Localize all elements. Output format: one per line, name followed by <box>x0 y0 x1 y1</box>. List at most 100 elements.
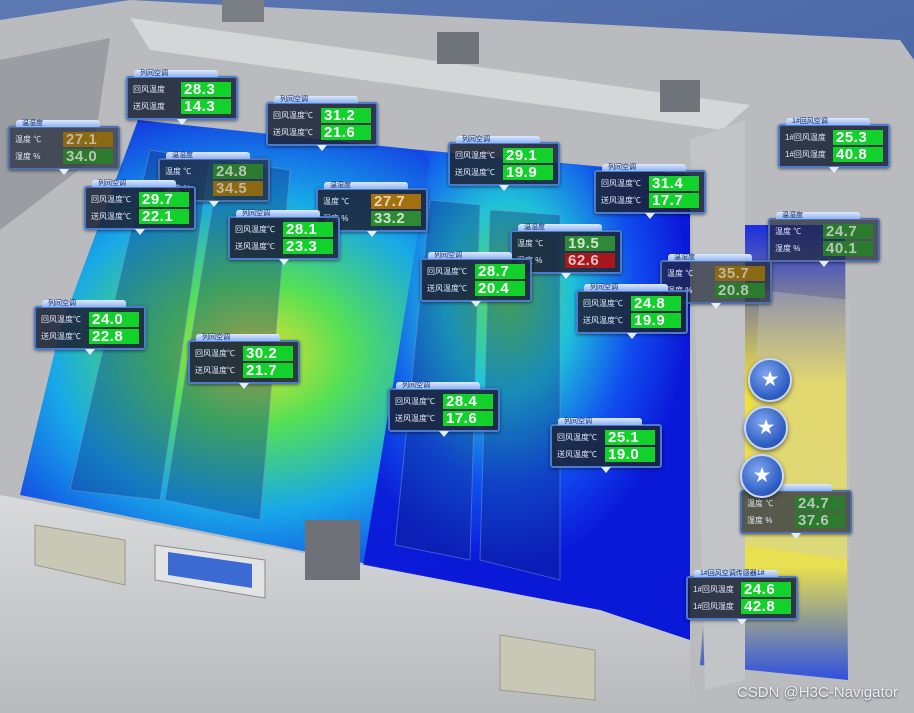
sensor-tag[interactable]: 1#回风空调 1#回风温度 25.3 1#回风湿度 40.8 <box>778 118 890 173</box>
humidity-value: 37.6 <box>795 513 845 528</box>
return-air-value: 25.3 <box>833 130 883 145</box>
sensor-tag-title: 列间空调 <box>584 284 668 291</box>
tag-pointer <box>209 201 219 207</box>
sensor-tag-title: 列间空调 <box>274 96 358 103</box>
temperature-label: 温度 ℃ <box>747 499 774 508</box>
supply-air-label: 送风温度℃ <box>195 366 235 375</box>
sensor-tag-title: 温湿度 <box>16 120 100 127</box>
humidity-label: 1#回风湿度 <box>785 150 826 159</box>
sensor-tag-title: 列间空调 <box>396 382 480 389</box>
return-air-value: 29.7 <box>139 192 189 207</box>
sensor-tag-title: 列间空调 <box>92 180 176 187</box>
sensor-tag[interactable]: 列间空调 回风温度℃ 28.4 送风温度℃ 17.6 <box>388 382 500 437</box>
sensor-tag[interactable]: 列间空调 回风温度℃ 31.2 送风温度℃ 21.6 <box>266 96 378 151</box>
return-air-label: 回风温度℃ <box>195 349 235 358</box>
temperature-label: 温度 ℃ <box>517 239 544 248</box>
tag-pointer <box>601 467 611 473</box>
return-air-value: 25.1 <box>605 430 655 445</box>
return-air-value: 28.1 <box>283 222 333 237</box>
return-air-value: 31.4 <box>649 176 699 191</box>
temp-humidity-tag[interactable]: 温湿度 温度 ℃ 27.1 湿度 % 34.0 <box>8 120 120 175</box>
sensor-tag-title: 1#回风空调 <box>786 118 870 125</box>
humidity-value: 34.0 <box>63 149 113 164</box>
humidity-label: 湿度 % <box>747 516 773 525</box>
star-icon[interactable]: ★ <box>748 358 792 402</box>
supply-air-label: 送风温度℃ <box>41 332 81 341</box>
tag-pointer <box>177 119 187 125</box>
return-air-label: 回风温度℃ <box>583 299 623 308</box>
tag-pointer <box>59 169 69 175</box>
return-air-label: 回风温度℃ <box>557 433 597 442</box>
supply-air-value: 17.7 <box>649 193 699 208</box>
return-air-label: 回风温度℃ <box>601 179 641 188</box>
temperature-value: 27.7 <box>371 194 421 209</box>
sensor-tag-title: 1#回风空调传感器1# <box>694 570 778 577</box>
humidity-value: 62.6 <box>565 253 615 268</box>
star-icon[interactable]: ★ <box>744 406 788 450</box>
return-air-label: 回风温度℃ <box>395 397 435 406</box>
temp-humidity-tag[interactable]: 温湿度 温度 ℃ 24.7 湿度 % 40.1 <box>768 212 880 267</box>
sensor-tag[interactable]: 列间空调 回风温度℃ 24.0 送风温度℃ 22.8 <box>34 300 146 355</box>
sensor-tag-title: 温湿度 <box>668 254 752 261</box>
humidity-label: 湿度 % <box>775 244 801 253</box>
sensor-tag[interactable]: 列间空调 回风温度℃ 28.1 送风温度℃ 23.3 <box>228 210 340 265</box>
temperature-label: 温度 ℃ <box>775 227 802 236</box>
supply-air-label: 送风温度℃ <box>601 196 641 205</box>
return-air-value: 28.4 <box>443 394 493 409</box>
supply-air-value: 19.0 <box>605 447 655 462</box>
sensor-tag[interactable]: 1#回风空调传感器1# 1#回风温度 24.6 1#回风湿度 42.8 <box>686 570 798 625</box>
supply-air-value: 19.9 <box>503 165 553 180</box>
sensor-tag[interactable]: 列间空调 回风温度℃ 29.7 送风温度℃ 22.1 <box>84 180 196 235</box>
temperature-value: 24.7 <box>823 224 873 239</box>
humidity-value: 40.1 <box>823 241 873 256</box>
sensor-tag-title: 列间空调 <box>602 164 686 171</box>
humidity-value: 20.8 <box>715 283 765 298</box>
sensor-tag-title: 列间空调 <box>134 70 218 77</box>
watermark: CSDN @H3C-Navigator <box>736 684 898 701</box>
sensor-tag[interactable]: 列间空调 回风温度℃ 30.2 送风温度℃ 21.7 <box>188 334 300 389</box>
return-air-label: 1#回风温度 <box>693 585 734 594</box>
temperature-value: 24.7 <box>795 496 845 511</box>
temperature-label: 温度 ℃ <box>667 269 694 278</box>
supply-air-label: 送风温度℃ <box>583 316 623 325</box>
tag-pointer <box>737 619 747 625</box>
tag-pointer <box>317 145 327 151</box>
supply-air-label: 送风温度℃ <box>395 414 435 423</box>
return-air-label: 回风温度℃ <box>455 151 495 160</box>
return-air-label: 回风温度℃ <box>427 267 467 276</box>
sensor-tag-title: 列间空调 <box>42 300 126 307</box>
return-air-value: 28.3 <box>181 82 231 97</box>
sensor-tag-title: 列间空调 <box>236 210 320 217</box>
return-air-value: 31.2 <box>321 108 371 123</box>
supply-air-value: 22.8 <box>89 329 139 344</box>
sensor-tag[interactable]: 列间空调 回风温度℃ 25.1 送风温度℃ 19.0 <box>550 418 662 473</box>
sensor-tag[interactable]: 列间空调 回风温度℃ 31.4 送风温度℃ 17.7 <box>594 164 706 219</box>
temperature-value: 35.7 <box>715 266 765 281</box>
tag-pointer <box>499 185 509 191</box>
supply-air-label: 送风温度 <box>133 102 165 111</box>
sensor-tag[interactable]: 列间空调 回风温度℃ 28.7 送风温度℃ 20.4 <box>420 252 532 307</box>
tag-pointer <box>85 349 95 355</box>
supply-air-value: 20.4 <box>475 281 525 296</box>
humidity-value: 40.8 <box>833 147 883 162</box>
return-air-value: 24.8 <box>631 296 681 311</box>
sensor-tag-title: 列间空调 <box>196 334 280 341</box>
return-air-label: 回风温度℃ <box>91 195 131 204</box>
star-icon[interactable]: ★ <box>740 454 784 498</box>
humidity-label: 湿度 % <box>15 152 41 161</box>
tag-pointer <box>829 167 839 173</box>
return-air-value: 30.2 <box>243 346 293 361</box>
sensor-tag-title: 温湿度 <box>166 152 250 159</box>
tag-pointer <box>239 383 249 389</box>
supply-air-label: 送风温度℃ <box>273 128 313 137</box>
sensor-tag[interactable]: 列间空调 回风温度℃ 29.1 送风温度℃ 19.9 <box>448 136 560 191</box>
sensor-tag[interactable]: 列间空调 回风温度℃ 24.8 送风温度℃ 19.9 <box>576 284 688 339</box>
return-air-value: 28.7 <box>475 264 525 279</box>
tag-pointer <box>791 533 801 539</box>
sensor-tag[interactable]: 列间空调 回风温度 28.3 送风温度 14.3 <box>126 70 238 125</box>
sensor-tag-title: 列间空调 <box>456 136 540 143</box>
sensor-tag-title: 温湿度 <box>518 224 602 231</box>
temperature-value: 19.5 <box>565 236 615 251</box>
tag-pointer <box>645 213 655 219</box>
supply-air-label: 送风温度℃ <box>235 242 275 251</box>
